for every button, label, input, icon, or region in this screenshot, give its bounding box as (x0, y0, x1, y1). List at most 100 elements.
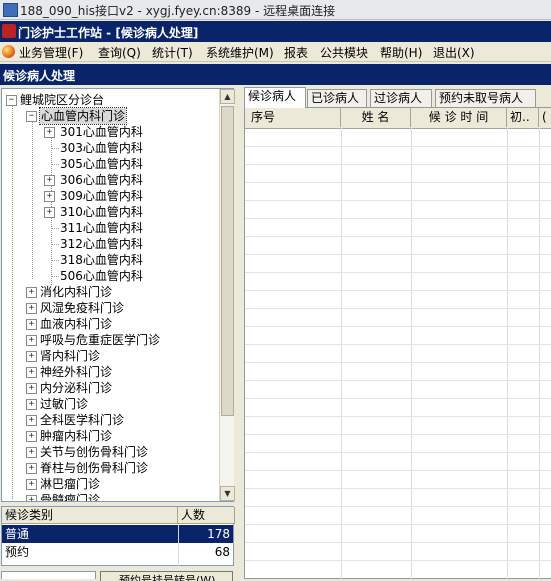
table-row[interactable]: 普通 178 (2, 525, 233, 543)
tree-line (32, 119, 33, 279)
grid-row-line (245, 146, 551, 147)
menu-query[interactable]: 查询(Q) (98, 44, 141, 61)
grid-row-line (245, 524, 551, 525)
remote-desktop-title: 188_090_his接口v2 - xygj.fyey.cn:8389 - 远程… (20, 4, 336, 18)
grid-column-line (507, 128, 508, 580)
expand-icon[interactable]: + (26, 447, 37, 458)
expand-icon[interactable]: + (26, 415, 37, 426)
grid-row-line (245, 308, 551, 309)
menu-help[interactable]: 帮助(H) (380, 44, 422, 61)
menu-business[interactable]: 业务管理(F) (19, 44, 83, 61)
department-tree[interactable]: − 鲤城院区分诊台 − 心血管内科门诊 +301心血管内科 303心血管内科 305… (1, 88, 234, 502)
scroll-thumb[interactable] (221, 106, 234, 416)
expand-icon[interactable]: + (26, 287, 37, 298)
grid-row-line (245, 254, 551, 255)
menu-common[interactable]: 公共模块 (320, 44, 368, 61)
expand-icon[interactable]: + (26, 431, 37, 442)
app-menu-icon[interactable] (2, 45, 15, 58)
tree-line (51, 276, 59, 277)
tree-line (51, 228, 59, 229)
tree-line (12, 103, 13, 499)
grid-row-line (245, 236, 551, 237)
menu-system[interactable]: 系统维护(M) (206, 44, 274, 61)
column-header-count[interactable]: 人数 (178, 507, 235, 524)
app-titlebar: 门诊护士工作站 - [候诊病人处理] (0, 21, 551, 42)
column-header-name[interactable]: 姓 名 (341, 108, 411, 127)
grid-row-line (245, 182, 551, 183)
grid-row-line (245, 470, 551, 471)
scroll-up-icon[interactable]: ▲ (220, 89, 235, 104)
grid-row-line (245, 362, 551, 363)
grid-row-line (245, 542, 551, 543)
grid-column-line (341, 128, 342, 580)
collapse-icon[interactable]: − (6, 95, 17, 106)
expand-icon[interactable]: + (44, 175, 55, 186)
expand-icon[interactable]: + (26, 479, 37, 490)
expand-icon[interactable]: + (26, 367, 37, 378)
tree-scrollbar[interactable]: ▲ ▼ (219, 89, 235, 501)
scroll-down-icon[interactable]: ▼ (220, 486, 235, 501)
section-title: 候诊病人处理 (3, 69, 76, 83)
column-header-more[interactable]: ( (539, 108, 551, 127)
expand-icon[interactable]: + (44, 207, 55, 218)
expand-icon[interactable]: + (26, 303, 37, 314)
tree-line (51, 164, 59, 165)
menu-exit[interactable]: 退出(X) (433, 44, 475, 61)
grid-row-line (245, 164, 551, 165)
grid-row-line (245, 344, 551, 345)
column-header-wait-time[interactable]: 候 诊 时 间 (411, 108, 507, 127)
grid-row-line (245, 326, 551, 327)
patient-list[interactable]: 序号 姓 名 候 诊 时 间 初.. ( (244, 107, 551, 580)
tab-seen[interactable]: 已诊病人 (307, 89, 367, 107)
grid-column-line (539, 128, 540, 580)
grid-row-line (245, 488, 551, 489)
table-row[interactable]: 预约 68 (2, 543, 233, 561)
column-header-category[interactable]: 候诊类别 (2, 507, 178, 524)
app-title: 门诊护士工作站 - [候诊病人处理] (18, 26, 199, 40)
tab-waiting[interactable]: 候诊病人 (244, 87, 306, 108)
list-header: 序号 姓 名 候 诊 时 间 初.. ( (245, 108, 551, 129)
waiting-category-grid[interactable]: 候诊类别 人数 普通 178 预约 68 (1, 506, 235, 566)
expand-icon[interactable]: + (26, 399, 37, 410)
grid-column-line (411, 128, 412, 580)
grid-row-line (245, 218, 551, 219)
remote-desktop-titlebar: 188_090_his接口v2 - xygj.fyey.cn:8389 - 远程… (0, 0, 551, 20)
tab-missed[interactable]: 过诊病人 (370, 89, 432, 107)
expand-icon[interactable]: + (44, 127, 55, 138)
menu-statistics[interactable]: 统计(T) (152, 44, 193, 61)
grid-row-line (245, 416, 551, 417)
tree-line (51, 260, 59, 261)
lower-list[interactable] (1, 571, 96, 579)
tree-line (51, 148, 59, 149)
grid-row-line (245, 452, 551, 453)
expand-icon[interactable]: + (26, 319, 37, 330)
expand-icon[interactable]: + (26, 463, 37, 474)
grid-row-line (245, 290, 551, 291)
section-banner: 候诊病人处理 (0, 64, 551, 85)
expand-icon[interactable]: + (26, 495, 37, 501)
expand-icon[interactable]: + (26, 351, 37, 362)
tree-line (51, 244, 59, 245)
collapse-icon[interactable]: − (26, 111, 37, 122)
grid-row-line (245, 560, 551, 561)
grid-row-line (245, 200, 551, 201)
expand-icon[interactable]: + (26, 335, 37, 346)
grid-row-line (245, 398, 551, 399)
column-header-first-visit[interactable]: 初.. (507, 108, 539, 127)
grid-row-line (245, 434, 551, 435)
panel-splitter[interactable] (235, 88, 239, 579)
column-header-number[interactable]: 序号 (245, 108, 341, 127)
menu-reports[interactable]: 报表 (284, 44, 308, 61)
expand-icon[interactable]: + (26, 383, 37, 394)
app-icon (2, 24, 16, 38)
column-divider (178, 524, 179, 566)
remote-desktop-icon (3, 3, 18, 17)
menu-bar: 业务管理(F) 查询(Q) 统计(T) 系统维护(M) 报表 公共模块 帮助(H… (0, 42, 551, 62)
transfer-number-button[interactable]: 预约号挂号转号(W) (100, 571, 233, 581)
tab-appointment-unclaimed[interactable]: 预约未取号病人 (435, 89, 536, 107)
patient-tabs: 候诊病人 已诊病人 过诊病人 预约未取号病人 (240, 87, 551, 108)
expand-icon[interactable]: + (44, 191, 55, 202)
grid-row-line (245, 506, 551, 507)
grid-row-line (245, 272, 551, 273)
grid-row-line (245, 380, 551, 381)
